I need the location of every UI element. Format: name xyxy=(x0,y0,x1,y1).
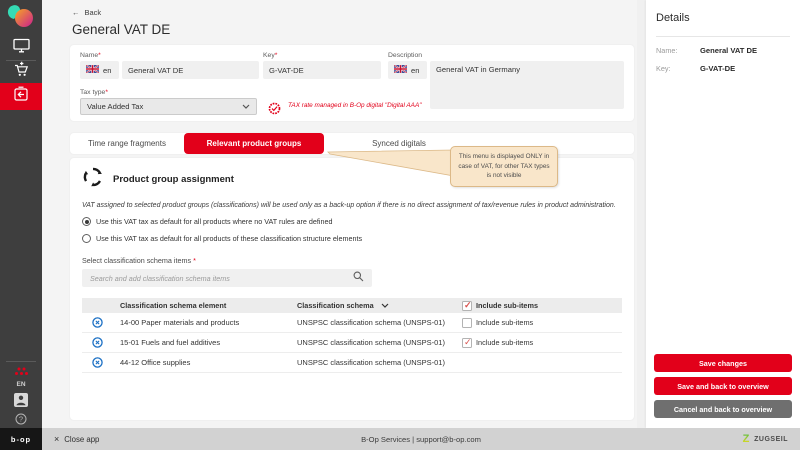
sidebar-item-monitor[interactable] xyxy=(0,38,42,58)
bop-logo: b-op xyxy=(0,428,42,450)
schema-table: Classification schema element Classifica… xyxy=(82,298,622,373)
details-title: Details xyxy=(656,12,790,37)
chevron-down-icon xyxy=(242,102,250,111)
table-row: 14-00 Paper materials and productsUNSPSC… xyxy=(82,313,622,333)
section-title: Product group assignment xyxy=(113,174,234,185)
table-body: 14-00 Paper materials and productsUNSPSC… xyxy=(82,313,622,373)
table-row: 44-12 Office suppliesUNSPSC classificati… xyxy=(82,353,622,373)
remove-item-icon[interactable] xyxy=(92,337,103,348)
description-lang-selector[interactable]: en xyxy=(388,61,427,79)
key-input[interactable]: G-VAT-DE xyxy=(263,61,381,79)
schema-cell: UNSPSC classification schema (UNSPS-01) xyxy=(289,358,454,367)
radio-button[interactable] xyxy=(82,234,91,243)
radio-button[interactable] xyxy=(82,217,91,226)
sidebar-item-cart[interactable] xyxy=(0,62,42,82)
import-box-icon xyxy=(13,86,29,107)
close-app-button[interactable]: × Close app xyxy=(54,435,99,444)
cart-plus-icon xyxy=(13,61,30,83)
include-sub-items-checkbox[interactable] xyxy=(462,318,472,328)
header-include-checkbox[interactable] xyxy=(462,301,472,311)
sidebar-divider xyxy=(6,361,36,362)
sidebar-item-tax-active[interactable] xyxy=(0,83,42,110)
tab-relevant-product-groups[interactable]: Relevant product groups xyxy=(184,133,324,154)
description-input[interactable]: General VAT in Germany xyxy=(430,61,624,109)
tax-managed-seal-icon xyxy=(268,102,281,120)
close-icon: × xyxy=(54,435,59,444)
details-key-row: Key: G-VAT-DE xyxy=(656,64,790,73)
schema-cell: UNSPSC classification schema (UNSPS-01) xyxy=(289,318,454,327)
page-title: General VAT DE xyxy=(72,22,170,37)
include-sub-items-label: Include sub-items xyxy=(476,338,533,347)
save-changes-button[interactable]: Save changes xyxy=(654,354,792,372)
app-logo-icon xyxy=(5,4,37,39)
back-arrow-icon: ← xyxy=(72,8,80,17)
tax-type-label: Tax type* xyxy=(80,89,108,96)
cancel-back-button[interactable]: Cancel and back to overview xyxy=(654,400,792,418)
search-placeholder: Search and add classification schema ite… xyxy=(90,274,353,283)
uk-flag-icon xyxy=(394,65,407,75)
table-row: 15-01 Fuels and fuel additivesUNSPSC cla… xyxy=(82,333,622,353)
sort-chevron-icon[interactable] xyxy=(381,303,389,308)
footer-bar: × Close app B-Op Services | support@b-op… xyxy=(42,428,800,450)
monitor-icon xyxy=(13,38,30,58)
description-label: Description xyxy=(388,52,422,59)
notifications-dots-icon[interactable] xyxy=(0,365,42,377)
radio-row[interactable]: Use this VAT tax as default for all prod… xyxy=(82,234,622,243)
tab-time-range-fragments[interactable]: Time range fragments xyxy=(70,133,184,154)
tax-note: TAX rate managed in B-Op digital "Digita… xyxy=(288,101,448,110)
include-sub-items-checkbox[interactable] xyxy=(462,338,472,348)
col-schema[interactable]: Classification schema xyxy=(289,301,454,310)
help-icon[interactable]: ? xyxy=(0,412,42,426)
select-schema-label: Select classification schema items * xyxy=(82,256,622,265)
vat-form-card: Name* en General VAT DE Key* G-VAT-DE De… xyxy=(70,45,634,121)
language-switch[interactable]: EN xyxy=(0,379,42,389)
schema-element-cell: 14-00 Paper materials and products xyxy=(112,318,289,327)
back-button[interactable]: ← Back xyxy=(72,8,101,17)
schema-element-cell: 15-01 Fuels and fuel additives xyxy=(112,338,289,347)
schema-search-input[interactable]: Search and add classification schema ite… xyxy=(82,269,372,287)
vat-menu-tooltip: This menu is displayed ONLY in case of V… xyxy=(450,146,558,187)
remove-item-icon[interactable] xyxy=(92,357,103,368)
remove-item-icon[interactable] xyxy=(92,317,103,328)
zugseil-logo-icon: Z xyxy=(741,430,751,448)
footer-support-text: B-Op Services | support@b-op.com xyxy=(42,435,800,444)
tax-type-select[interactable]: Value Added Tax xyxy=(80,98,257,115)
user-avatar[interactable] xyxy=(0,392,42,408)
col-include-sub-items: Include sub-items xyxy=(476,301,538,310)
name-input[interactable]: General VAT DE xyxy=(122,61,259,79)
back-label: Back xyxy=(85,8,102,17)
uk-flag-icon xyxy=(86,65,99,75)
zugseil-brand: Z ZUGSEIL xyxy=(741,430,788,448)
radio-label: Use this VAT tax as default for all prod… xyxy=(96,234,362,243)
search-icon[interactable] xyxy=(353,269,364,287)
schema-element-cell: 44-12 Office supplies xyxy=(112,358,289,367)
radio-label: Use this VAT tax as default for all prod… xyxy=(96,217,333,226)
details-name-row: Name: General VAT DE xyxy=(656,46,790,55)
product-group-card: Product group assignment VAT assigned to… xyxy=(70,158,634,420)
svg-text:?: ? xyxy=(19,415,23,424)
name-lang-code: en xyxy=(103,66,111,75)
app-sidebar: EN ? xyxy=(0,0,42,428)
section-description: VAT assigned to selected product groups … xyxy=(82,202,622,209)
include-sub-items-label: Include sub-items xyxy=(476,318,533,327)
details-panel: Details Name: General VAT DE Key: G-VAT-… xyxy=(646,0,800,428)
radio-row[interactable]: Use this VAT tax as default for all prod… xyxy=(82,217,622,226)
main-content: ← Back General VAT DE Name* en General V… xyxy=(42,0,637,428)
schema-cell: UNSPSC classification schema (UNSPS-01) xyxy=(289,338,454,347)
name-label: Name* xyxy=(80,52,101,59)
col-schema-element[interactable]: Classification schema element xyxy=(112,301,289,310)
svg-text:Z: Z xyxy=(743,433,750,443)
recycle-icon xyxy=(82,166,104,193)
description-lang-code: en xyxy=(411,66,419,75)
name-lang-selector[interactable]: en xyxy=(80,61,119,79)
table-header: Classification schema element Classifica… xyxy=(82,298,622,313)
key-label: Key* xyxy=(263,52,277,59)
save-back-button[interactable]: Save and back to overview xyxy=(654,377,792,395)
